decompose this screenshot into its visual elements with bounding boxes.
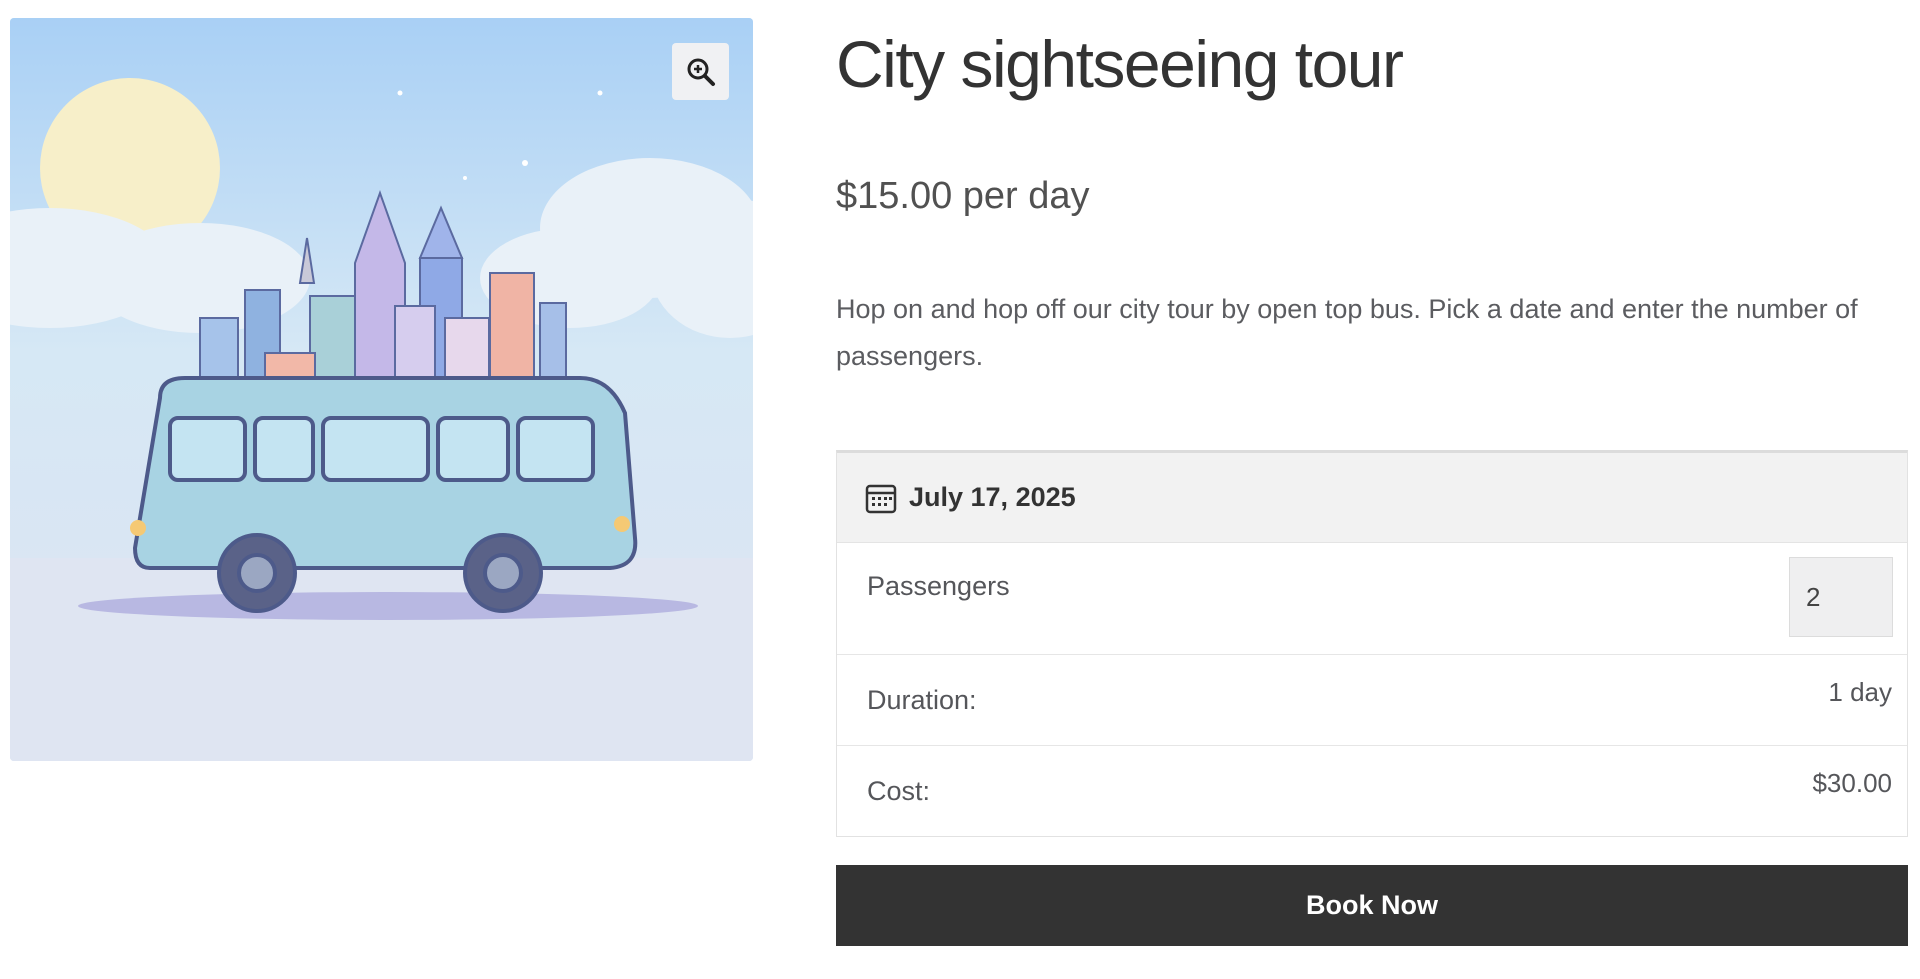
city-bus-illustration: [10, 18, 753, 761]
product-description: Hop on and hop off our city tour by open…: [836, 294, 1858, 371]
duration-label: Duration:: [867, 685, 977, 715]
cost-row: Cost: $30.00: [837, 746, 1907, 836]
passengers-input[interactable]: [1789, 557, 1893, 637]
passengers-row: Passengers: [837, 543, 1907, 655]
cost-label: Cost:: [867, 776, 931, 806]
duration-value: 1 day: [1828, 677, 1892, 707]
date-picker-toggle[interactable]: July 17, 2025: [837, 453, 1907, 543]
cost-value: $30.00: [1812, 768, 1892, 798]
selected-date: July 17, 2025: [909, 482, 1076, 512]
calendar-icon: [865, 482, 897, 514]
product-title: City sightseeing tour: [836, 27, 1404, 101]
zoom-in-icon: [687, 58, 715, 86]
product-price: $15.00 per day: [836, 175, 1090, 217]
booking-form: July 17, 2025 Passengers Duration: 1 day…: [836, 450, 1908, 837]
duration-row: Duration: 1 day: [837, 655, 1907, 746]
zoom-button[interactable]: [672, 43, 729, 100]
book-now-button[interactable]: Book Now: [836, 865, 1908, 946]
product-image[interactable]: [10, 18, 753, 761]
passengers-label: Passengers: [867, 571, 1010, 601]
